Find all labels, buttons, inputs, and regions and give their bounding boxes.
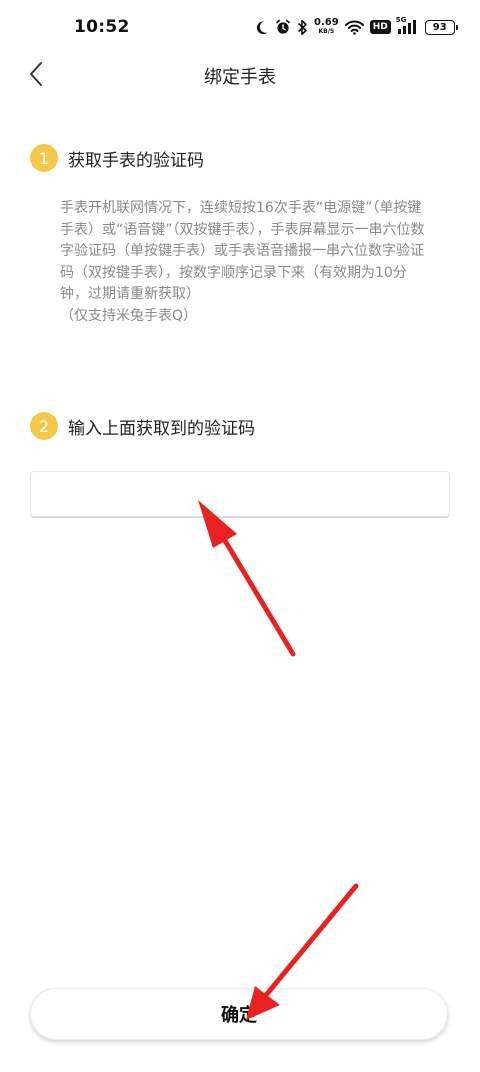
alarm-icon xyxy=(275,16,291,38)
step-1-title: 获取手表的验证码 xyxy=(68,150,204,171)
confirm-button[interactable]: 确定 xyxy=(30,988,448,1040)
step-1-number: 1 xyxy=(30,144,58,172)
signal-label: 5G xyxy=(395,16,407,24)
nav-bar: 绑定手表 xyxy=(0,56,480,92)
step-1-description: 手表开机联网情况下，连续短按16次手表“电源键”（单按键手表）或“语音键”（双按… xyxy=(60,200,425,302)
battery-indicator: 93 xyxy=(424,19,458,35)
wifi-icon xyxy=(344,16,364,38)
step-1-note: （仅支持米兔手表Q） xyxy=(60,307,198,324)
network-speed: 0.69 KB/S xyxy=(314,18,339,36)
network-speed-unit: KB/S xyxy=(318,28,335,35)
step-2-title: 输入上面获取到的验证码 xyxy=(68,418,255,439)
page-title: 绑定手表 xyxy=(204,67,276,88)
verification-code-input[interactable] xyxy=(30,471,450,518)
hd-badge: HD xyxy=(369,20,391,34)
moon-icon xyxy=(254,16,269,38)
step-2-number: 2 xyxy=(30,412,58,440)
status-icons: 0.69 KB/S HD 5G 93 xyxy=(254,15,458,39)
step-2-header: 2 输入上面获取到的验证码 xyxy=(30,412,255,440)
step-1-header: 1 获取手表的验证码 xyxy=(30,144,204,172)
status-bar: 10:52 0.69 KB/S HD 5G 93 xyxy=(0,0,480,56)
annotation-arrow-to-input xyxy=(198,500,296,657)
confirm-button-label: 确定 xyxy=(221,1005,257,1026)
step-1-description-block: 手表开机联网情况下，连续短按16次手表“电源键”（单按键手表）或“语音键”（双按… xyxy=(60,198,430,327)
bluetooth-icon xyxy=(297,16,308,38)
signal-icon: 5G xyxy=(395,16,419,38)
status-time: 10:52 xyxy=(74,17,130,37)
network-speed-value: 0.69 xyxy=(314,17,339,28)
